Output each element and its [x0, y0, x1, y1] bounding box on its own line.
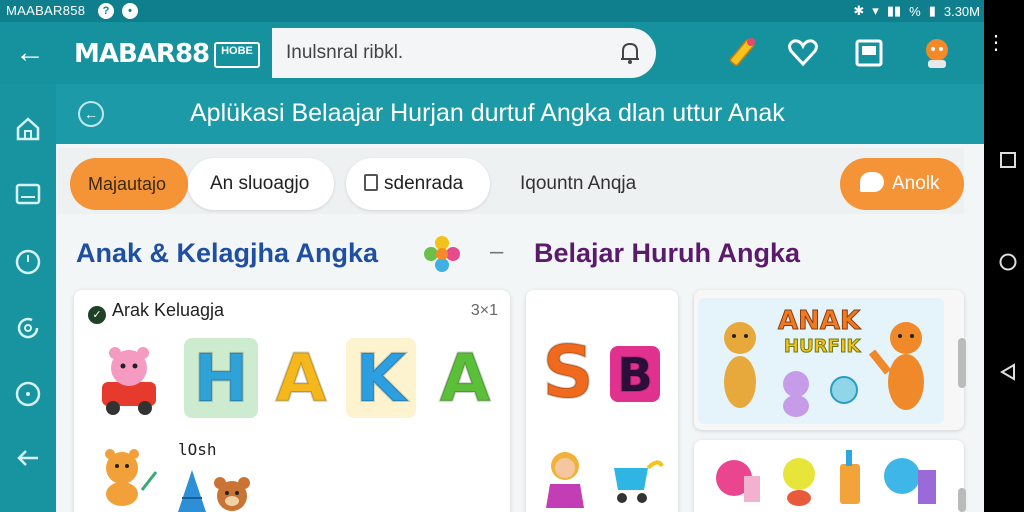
scrollbar-thumb[interactable] [958, 338, 966, 388]
section-heading-left: Anak & Kelagjha Angka [76, 238, 379, 268]
status-bar: MAABAR858 ? • ✱ ▾ ▮▮ % ▮ 3.30M [0, 0, 984, 22]
brand-logo: MABAR88 [74, 39, 210, 69]
letter-h: H [192, 339, 249, 418]
page-title: Aplükasi Belaajar Hurjan durtuf Angka dl… [190, 99, 785, 127]
wifi-icon: ▾ [872, 3, 879, 18]
pencil-icon[interactable] [722, 34, 760, 72]
tab-label: sdenrada [384, 173, 464, 194]
back-arrow-icon[interactable]: ← [10, 34, 50, 74]
book-icon[interactable] [850, 34, 888, 72]
recents-icon[interactable] [998, 150, 1018, 170]
overflow-menu-icon[interactable]: ⋮ [986, 33, 1006, 53]
section-heading-right: Belajar Huruh Angka [534, 238, 801, 268]
tiger-icon [868, 322, 924, 410]
poster-title: ANAK [777, 306, 861, 337]
lion-icon[interactable] [96, 446, 162, 508]
system-nav-bar: ⋮ [984, 0, 1024, 512]
scrollbar-thumb-lower[interactable] [958, 488, 966, 512]
back-icon[interactable] [12, 442, 44, 474]
card-letters-middle[interactable]: S B [526, 290, 678, 512]
home-icon[interactable] [12, 112, 44, 144]
globe-icon [830, 376, 858, 404]
blue-cone-icon [178, 470, 206, 512]
notification-dot-icon: • [122, 3, 138, 19]
tab-label: Majautajo [88, 174, 167, 194]
check-icon: ✓ [88, 306, 106, 324]
chat-icon [860, 172, 884, 192]
circle-icon[interactable] [12, 378, 44, 410]
card-arak-keluagja[interactable]: ✓ Arak Keluagja 3×1 H A K A lOsh [74, 290, 510, 512]
tab-label: Iqountn Anqja [520, 173, 637, 194]
card-title: ✓ Arak Keluagja [88, 300, 224, 324]
home-button-icon[interactable] [998, 252, 1018, 272]
profile-icon[interactable] [918, 34, 956, 72]
battery-icon: ▮ [928, 3, 936, 18]
letter-tile-a-green[interactable]: A [426, 338, 504, 418]
tab-an-sluoagjo[interactable]: An sluoagjo [188, 158, 334, 210]
scribble-text: lOsh [178, 440, 217, 459]
refresh-icon[interactable] [12, 312, 44, 344]
lion-standing-icon [724, 322, 756, 408]
bear-face-icon [214, 477, 250, 511]
purple-bear-icon [783, 371, 809, 417]
card-toys[interactable] [694, 440, 964, 512]
clock: 3.30M [943, 3, 980, 19]
cup-icon [840, 450, 860, 504]
letter-tile-b[interactable]: B [610, 346, 660, 403]
battery-percent: % [909, 3, 921, 19]
letter-tile-a[interactable]: A [266, 338, 336, 418]
section-separator: – [490, 238, 504, 265]
tab-label: An sluoagjo [210, 173, 310, 194]
yellow-bear-icon [783, 458, 815, 506]
letter-k: K [354, 339, 407, 418]
tab-iqountn-anqja[interactable]: Iqountn Anqja [520, 158, 720, 210]
brand-badge: HOBE [214, 42, 260, 68]
search-input[interactable] [286, 38, 606, 68]
document-icon [364, 174, 378, 191]
letter-b: B [616, 347, 653, 403]
tab-anolk[interactable]: Anolk [840, 158, 964, 210]
bluetooth-icon: ✱ [853, 3, 865, 18]
search-bar[interactable] [272, 28, 656, 78]
notification-icon: ? [98, 3, 114, 19]
heart-icon[interactable] [784, 34, 822, 72]
bell-icon[interactable] [618, 40, 642, 66]
header-banner: ← Aplükasi Belaajar Hurjan durtuf Angka … [56, 84, 984, 144]
letter-tile-h[interactable]: H [184, 338, 258, 418]
letter-a-green: A [438, 339, 491, 418]
status-icons: ✱ ▾ ▮▮ % ▮ 3.30M [853, 3, 980, 19]
stroller-icon[interactable] [608, 456, 668, 506]
signal-icon: ▮▮ [886, 3, 902, 18]
clock-icon[interactable] [12, 246, 44, 278]
nav-rail [0, 84, 56, 512]
pink-bear-toy-icon [716, 460, 760, 502]
card-anak-hurfik[interactable]: ANAK HURFIK [694, 290, 964, 430]
tablet-icon[interactable] [12, 178, 44, 210]
nav-back-icon[interactable] [998, 362, 1018, 382]
tab-row: Majautajo An sluoagjo sdenrada Iqountn A… [58, 148, 964, 214]
app-bar: ← MABAR88 HOBE [0, 22, 984, 84]
girl-doll-icon[interactable] [540, 448, 590, 510]
card-count: 3×1 [470, 302, 498, 319]
letter-s: S [541, 329, 595, 415]
tab-label: Anolk [892, 173, 940, 194]
flower-icon [424, 236, 460, 272]
poster-subtitle: HURFIK [783, 336, 861, 358]
letter-tile-k[interactable]: K [346, 338, 416, 418]
tab-majautajo[interactable]: Majautajo [70, 158, 188, 210]
letter-a: A [274, 339, 327, 418]
tab-sdenrada[interactable]: sdenrada [346, 158, 490, 210]
banner-back-icon[interactable]: ← [78, 101, 104, 127]
status-app-label: MAABAR858 [6, 3, 86, 18]
bear-car-icon[interactable] [96, 342, 162, 416]
blue-bear-blocks-icon [884, 458, 936, 504]
